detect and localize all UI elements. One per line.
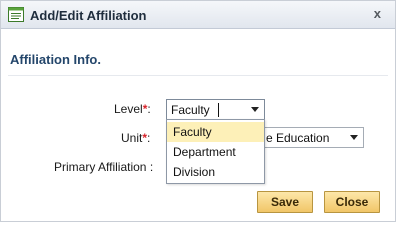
level-select[interactable]: Faculty (166, 99, 265, 120)
unit-select-value: e Education (266, 131, 330, 145)
section-divider (8, 75, 388, 76)
primary-affiliation-label: Primary Affiliation : (54, 160, 154, 174)
level-label: Level*: (114, 102, 151, 116)
close-button[interactable]: Close (324, 191, 380, 213)
add-edit-affiliation-dialog: Add/Edit Affiliation x Affiliation Info.… (0, 0, 396, 222)
level-dropdown-list: Faculty Department Division (166, 119, 265, 184)
dialog-title: Add/Edit Affiliation (30, 8, 147, 23)
chevron-down-icon[interactable] (350, 135, 358, 140)
dropdown-option-division[interactable]: Division (167, 162, 264, 182)
dialog-titlebar: Add/Edit Affiliation x (1, 1, 395, 29)
dropdown-option-department[interactable]: Department (167, 142, 264, 162)
unit-label: Unit*: (121, 131, 151, 145)
text-cursor (218, 103, 219, 117)
form-list-icon (8, 7, 24, 22)
dropdown-option-faculty[interactable]: Faculty (167, 122, 264, 142)
close-icon[interactable]: x (374, 7, 381, 21)
save-button[interactable]: Save (257, 191, 313, 213)
chevron-down-icon[interactable] (251, 107, 259, 112)
level-select-value: Faculty (171, 103, 210, 117)
section-title: Affiliation Info. (10, 52, 101, 67)
